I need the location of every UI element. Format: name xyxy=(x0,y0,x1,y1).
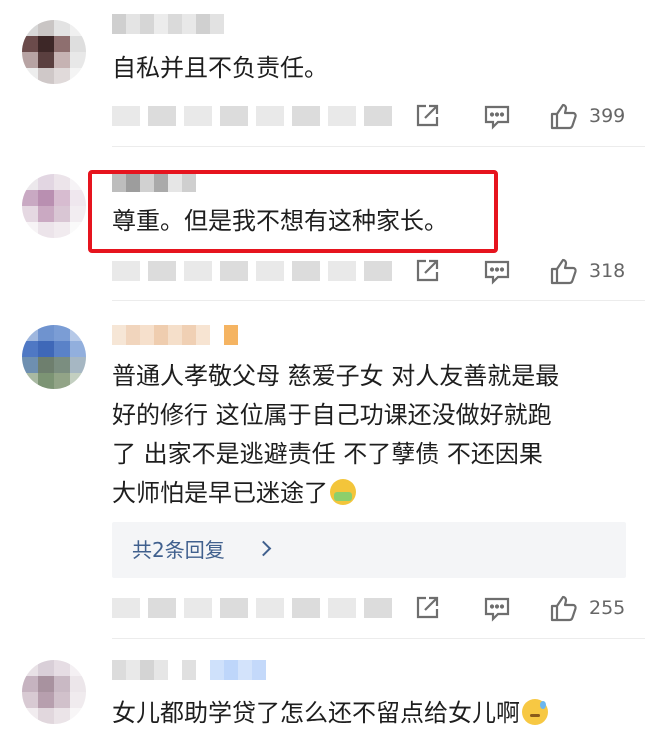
comment-text-line: 了 出家不是逃避责任 不了孽债 不还因果 xyxy=(112,440,543,468)
thumbs-up-icon xyxy=(550,103,577,130)
comment-text-last-line: 大师怕是早已迷途了 xyxy=(112,474,632,513)
comment-actions: 318 xyxy=(0,253,645,289)
comment-actions: 255 xyxy=(0,590,645,626)
username-blurred[interactable] xyxy=(112,14,224,34)
reply-icon xyxy=(484,597,510,622)
comment-actions: 399 xyxy=(0,98,645,134)
reply-button[interactable] xyxy=(482,98,512,134)
reply-button[interactable] xyxy=(482,253,512,289)
like-button[interactable] xyxy=(548,590,580,626)
like-button[interactable] xyxy=(548,253,580,289)
like-count: 399 xyxy=(589,105,626,127)
share-icon xyxy=(416,259,439,282)
share-button[interactable] xyxy=(412,98,442,134)
share-icon xyxy=(416,104,439,127)
share-icon xyxy=(416,596,439,619)
divider xyxy=(112,300,645,301)
avatar[interactable] xyxy=(22,660,86,724)
avatar[interactable] xyxy=(22,174,86,238)
divider xyxy=(112,638,645,639)
thumbs-up-icon xyxy=(550,595,577,622)
timestamp-blurred xyxy=(112,261,392,281)
view-replies-label: 共2条回复 xyxy=(132,538,225,562)
comment-text-line: 女儿都助学贷了怎么还不留点给女儿啊 xyxy=(112,699,520,727)
avatar[interactable] xyxy=(22,20,86,84)
timestamp-blurred xyxy=(112,598,392,618)
reply-icon xyxy=(484,105,510,130)
view-replies-button[interactable]: 共2条回复 xyxy=(112,522,626,578)
comment-text-line: 大师怕是早已迷途了 xyxy=(112,479,328,507)
like-count: 255 xyxy=(589,597,626,619)
avatar[interactable] xyxy=(22,325,86,389)
share-button[interactable] xyxy=(412,590,442,626)
comment-text-line: 好的修行 这位属于自己功课还没做好就跑 xyxy=(112,401,552,429)
like-button[interactable] xyxy=(548,98,580,134)
comment-text: 女儿都助学贷了怎么还不留点给女儿啊 xyxy=(112,694,632,733)
mask-face-emoji xyxy=(330,479,356,505)
share-button[interactable] xyxy=(412,253,442,289)
chevron-right-icon xyxy=(255,540,272,557)
like-count: 318 xyxy=(589,260,626,282)
comment-text: 自私并且不负责任。 xyxy=(112,54,328,82)
sweat-smile-emoji xyxy=(522,699,548,725)
reply-icon xyxy=(484,260,510,285)
reply-button[interactable] xyxy=(482,590,512,626)
divider xyxy=(112,146,645,147)
username-blurred[interactable] xyxy=(112,325,238,345)
thumbs-up-icon xyxy=(550,258,577,285)
timestamp-blurred xyxy=(112,106,392,126)
comment-text-line: 普通人孝敬父母 慈爱子女 对人友善就是最 xyxy=(112,362,560,390)
username-blurred[interactable] xyxy=(112,660,266,680)
highlight-box xyxy=(88,170,498,253)
comment-text: 普通人孝敬父母 慈爱子女 对人友善就是最 好的修行 这位属于自己功课还没做好就跑… xyxy=(112,357,632,513)
